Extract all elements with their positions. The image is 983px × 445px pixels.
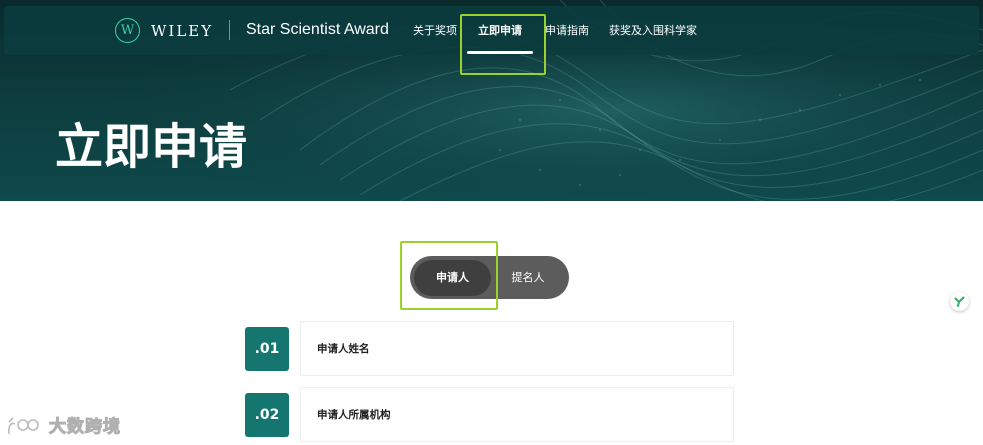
nav-item-winners-finalists[interactable]: 获奖及入围科学家 [609, 22, 697, 40]
nav-item-application-guide[interactable]: 申请指南 [545, 22, 589, 40]
wiley-logo-icon[interactable]: W [115, 18, 140, 43]
hero-banner: W WILEY Star Scientist Award 关于奖项 立即申请 申… [0, 0, 983, 201]
watermark: 大数跨境 [6, 415, 121, 439]
step-card-applicant-name[interactable]: 申请人姓名 [300, 321, 734, 376]
logo-divider [229, 20, 230, 40]
active-nav-underline [467, 51, 533, 54]
step-number-badge: .01 [245, 327, 289, 371]
toggle-nominator[interactable]: 提名人 [495, 260, 561, 296]
nav-item-apply-now[interactable]: 立即申请 [478, 22, 522, 40]
toggle-applicant[interactable]: 申请人 [414, 260, 491, 296]
nav-item-about-award[interactable]: 关于奖项 [413, 22, 457, 40]
step-label: 申请人姓名 [317, 343, 370, 355]
award-title[interactable]: Star Scientist Award [246, 19, 389, 41]
watermark-logo-icon [8, 417, 39, 435]
step-card-applicant-institution[interactable]: 申请人所属机构 [300, 387, 734, 442]
watermark-text: 大数跨境 [49, 417, 121, 438]
page-title: 立即申请 [55, 119, 248, 175]
wiley-logo-text[interactable]: WILEY [151, 21, 213, 41]
checkmark-icon [954, 296, 965, 307]
step-label: 申请人所属机构 [317, 409, 391, 421]
step-number-badge: .02 [245, 393, 289, 437]
y-check-icon[interactable] [950, 292, 969, 311]
